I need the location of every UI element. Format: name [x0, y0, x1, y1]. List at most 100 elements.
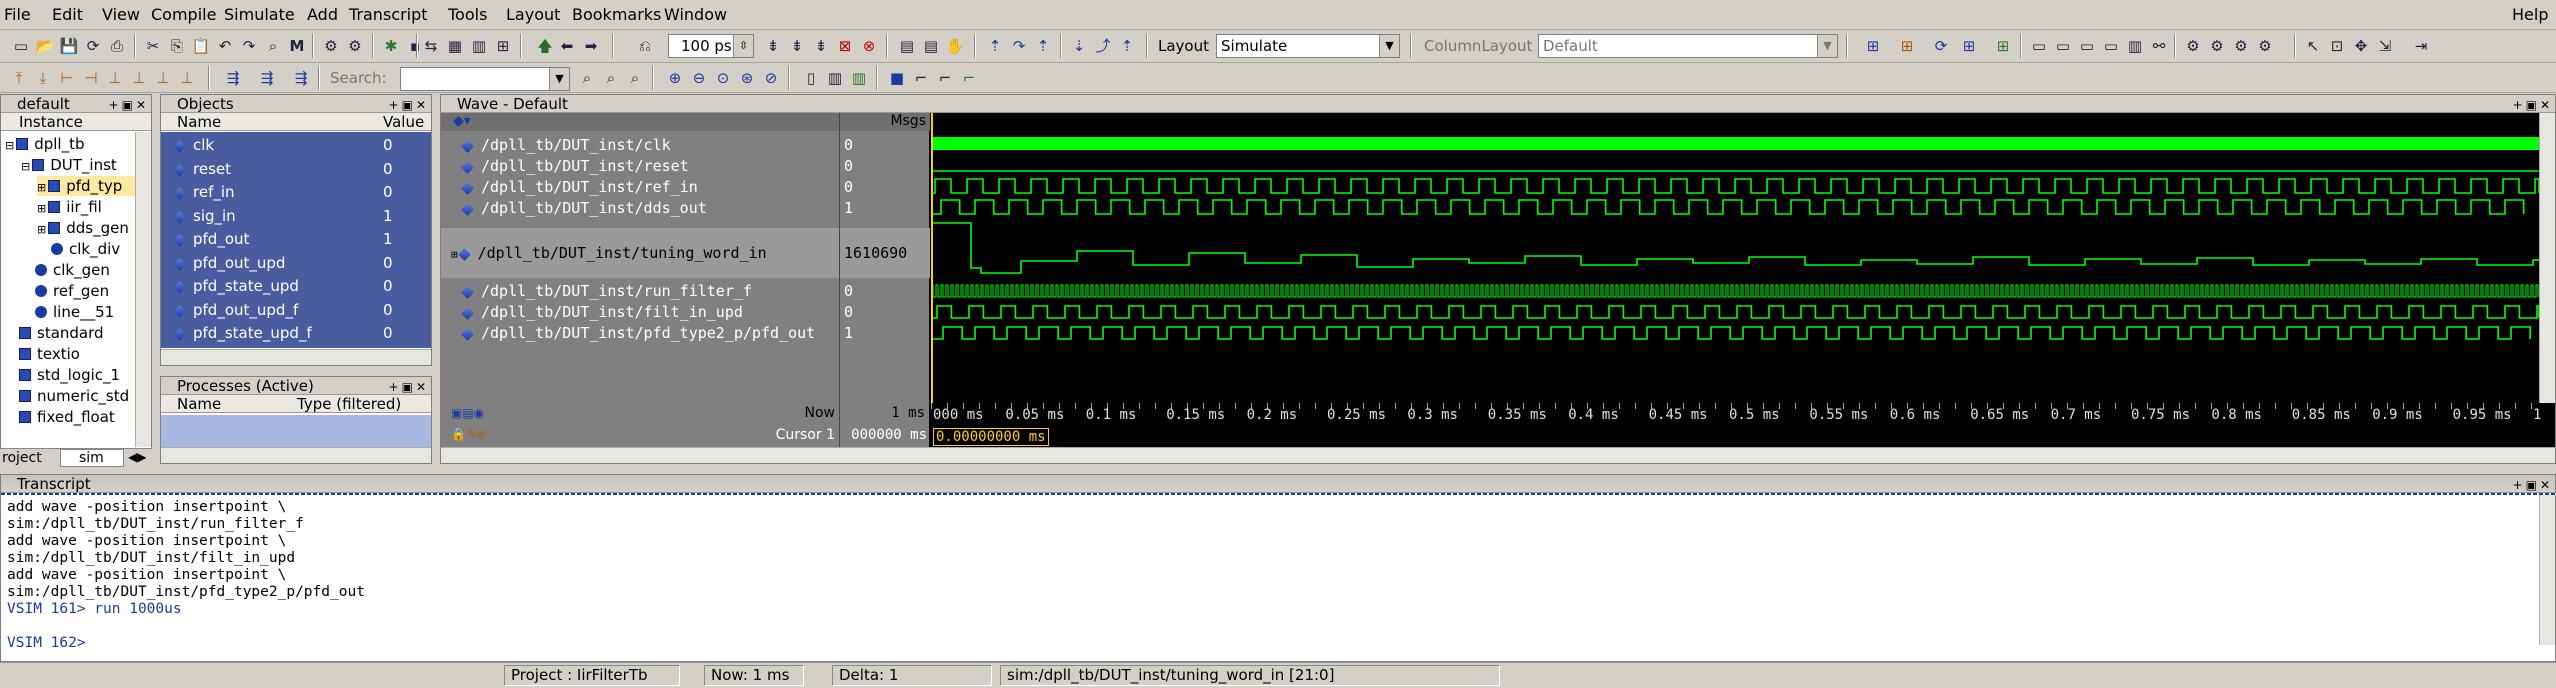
object-row[interactable]: ref_in 0: [161, 182, 431, 202]
wave-signal-row[interactable]: ⊞ /dpll_tb/DUT_inst/tuning_word_in: [451, 243, 767, 263]
cursor-tools-icon[interactable]: ▣▤◉: [451, 406, 484, 420]
instance-tree-row[interactable]: ⊞ pfd_typ: [37, 176, 135, 196]
filter2-icon[interactable]: ⇶: [256, 67, 278, 89]
object-row[interactable]: pfd_state_upd_f 0: [161, 323, 431, 343]
copy-icon[interactable]: ⎘: [166, 35, 188, 57]
restart-icon[interactable]: ⎌: [634, 35, 656, 57]
undo-icon[interactable]: ↶: [214, 35, 236, 57]
wave-expand-icon[interactable]: ⊞: [1958, 35, 1980, 57]
stop-icon[interactable]: ⊗: [858, 35, 880, 57]
wave-hscroll[interactable]: [441, 447, 2555, 463]
panel-window-buttons[interactable]: +▣✕: [389, 378, 429, 396]
instance-tree-row[interactable]: textio: [5, 344, 135, 364]
step-into-icon[interactable]: ⇣: [1068, 35, 1090, 57]
wave-bars-icon[interactable]: ▥: [2124, 35, 2146, 57]
edge-rise-icon[interactable]: ⌐: [910, 67, 932, 89]
continue-icon[interactable]: ⇟: [786, 35, 808, 57]
search-next-icon[interactable]: ⌕: [624, 67, 646, 89]
instance-tree-row[interactable]: ⊟ dpll_tb: [5, 134, 135, 154]
compile-all-icon[interactable]: ⚙: [344, 35, 366, 57]
break-sim-icon[interactable]: ⊠: [834, 35, 856, 57]
instance-tree-row[interactable]: ref_gen: [21, 281, 135, 301]
run-all-icon[interactable]: ⇟: [810, 35, 832, 57]
wave-insert-icon[interactable]: ⊞: [1992, 35, 2014, 57]
spinner-icon[interactable]: ⇳: [733, 35, 753, 57]
up-icon[interactable]: ⇡: [1032, 35, 1054, 57]
menu-window[interactable]: Window: [664, 5, 727, 24]
zoom-full-icon[interactable]: ⊙: [712, 67, 734, 89]
tree-next-icon[interactable]: ⊥: [128, 67, 150, 89]
menu-file[interactable]: File: [4, 5, 31, 24]
tree-end-icon[interactable]: ⊥: [176, 67, 198, 89]
wave-refresh-icon[interactable]: ⟳: [1930, 35, 1952, 57]
expand-icon[interactable]: ⊞: [37, 202, 46, 215]
wave-group-icon[interactable]: ⊞: [1896, 35, 1918, 57]
wave-link-icon[interactable]: ⚯: [2148, 35, 2170, 57]
search-find-icon[interactable]: ⌕: [576, 67, 598, 89]
col-name[interactable]: Name: [177, 113, 221, 131]
menu-view[interactable]: View: [102, 5, 140, 24]
menu-simulate[interactable]: Simulate: [224, 5, 295, 24]
new-file-icon[interactable]: ▭: [10, 35, 32, 57]
instance-tree-row[interactable]: standard: [5, 323, 135, 343]
wave-signal-row[interactable]: /dpll_tb/DUT_inst/run_filter_f: [451, 281, 752, 301]
select-pointer-icon[interactable]: ↖: [2302, 35, 2324, 57]
menu-help[interactable]: Help: [2512, 5, 2548, 24]
tree-up-icon[interactable]: ⤒: [8, 67, 30, 89]
wave-signal-row[interactable]: /dpll_tb/DUT_inst/filt_in_upd: [451, 302, 743, 322]
layout-icon[interactable]: ▦: [444, 35, 466, 57]
instance-tree-row[interactable]: ⊟ DUT_inst: [21, 155, 135, 175]
menu-add[interactable]: Add: [307, 5, 338, 24]
instance-tree-row[interactable]: numeric_std: [5, 386, 135, 406]
waveform-area[interactable]: [931, 113, 2539, 403]
menu-transcript[interactable]: Transcript: [349, 5, 428, 24]
instance-tree-row[interactable]: std_logic_1: [5, 365, 135, 385]
zoom-range-icon[interactable]: ⊘: [760, 67, 782, 89]
wave-split-icon[interactable]: ▥: [824, 67, 846, 89]
find-icon[interactable]: ⌕: [262, 35, 284, 57]
filter-icon[interactable]: ⇶: [222, 67, 244, 89]
objects-hscroll[interactable]: [161, 349, 431, 365]
chevron-down-icon[interactable]: ▼: [549, 68, 569, 90]
menu-tools[interactable]: Tools: [448, 5, 487, 24]
cursor-add-icon[interactable]: ⇆: [420, 35, 442, 57]
edit-mode-icon[interactable]: ⇲: [2374, 35, 2396, 57]
menu-edit[interactable]: Edit: [52, 5, 83, 24]
panel-window-buttons[interactable]: +▣✕: [109, 96, 149, 114]
object-row[interactable]: pfd_state_upd 0: [161, 276, 431, 296]
step-over-icon[interactable]: ▤: [920, 35, 942, 57]
step-up-icon[interactable]: 🡅: [534, 35, 556, 57]
hand-icon[interactable]: ✋: [944, 35, 966, 57]
expand-icon[interactable]: ⊞: [451, 248, 458, 261]
instance-tree-row[interactable]: clk_gen: [21, 260, 135, 280]
save-icon[interactable]: 💾: [58, 35, 80, 57]
collapse-icon[interactable]: ⊟: [5, 139, 14, 152]
transcript-vscroll[interactable]: [2539, 495, 2555, 645]
tree-down-icon[interactable]: ⤓: [32, 67, 54, 89]
step-back-icon[interactable]: ⬅: [556, 35, 578, 57]
wave-signal-row[interactable]: /dpll_tb/DUT_inst/dds_out: [451, 198, 707, 218]
wave-color-icon[interactable]: ▥: [848, 67, 870, 89]
tab-project[interactable]: roject: [2, 450, 42, 466]
toolbar-more-icon[interactable]: ⇥: [2410, 35, 2432, 57]
col-type[interactable]: Type (filtered): [297, 395, 401, 413]
menu-bookmarks[interactable]: Bookmarks: [572, 5, 661, 24]
wave-box3-icon[interactable]: ▭: [2076, 35, 2098, 57]
expand-icon[interactable]: ⊞: [37, 181, 46, 194]
collapse-icon[interactable]: ⊟: [21, 160, 30, 173]
tab-scroll-icon[interactable]: ◀▶: [128, 450, 146, 464]
instance-tree-row[interactable]: ⊞ iir_fil: [37, 197, 135, 217]
wave-vscroll[interactable]: [2539, 113, 2555, 403]
menu-layout[interactable]: Layout: [506, 5, 560, 24]
panel-window-buttons[interactable]: +▣✕: [2513, 96, 2553, 114]
processes-hscroll[interactable]: [161, 447, 431, 463]
cursor-time-label[interactable]: 0.00000000 ms: [933, 428, 1049, 446]
gear4-icon[interactable]: ⚙: [2254, 35, 2276, 57]
redo-icon[interactable]: ↷: [238, 35, 260, 57]
up-arrow-icon[interactable]: ⇡: [984, 35, 1006, 57]
instance-column-header[interactable]: Instance: [1, 113, 151, 131]
edge-icon[interactable]: ■: [886, 67, 908, 89]
instance-tree-row[interactable]: ⊞ dds_gen: [37, 218, 135, 238]
edge-fall-icon[interactable]: ⌐: [934, 67, 956, 89]
gear1-icon[interactable]: ⚙: [2182, 35, 2204, 57]
